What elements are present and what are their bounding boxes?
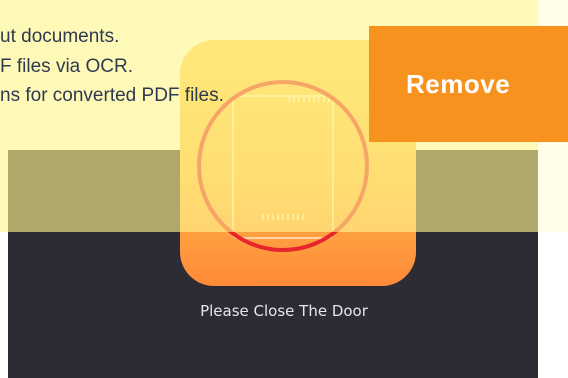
feature-item: ut documents.: [0, 26, 120, 47]
icon-caption: Please Close The Door: [200, 302, 368, 320]
feature-list: ut documents. F files via OCR. ns for co…: [0, 22, 224, 111]
remove-button[interactable]: Remove: [369, 26, 568, 142]
feature-item: F files via OCR.: [0, 55, 134, 77]
feature-item: ns for converted PDF files.: [0, 85, 224, 106]
